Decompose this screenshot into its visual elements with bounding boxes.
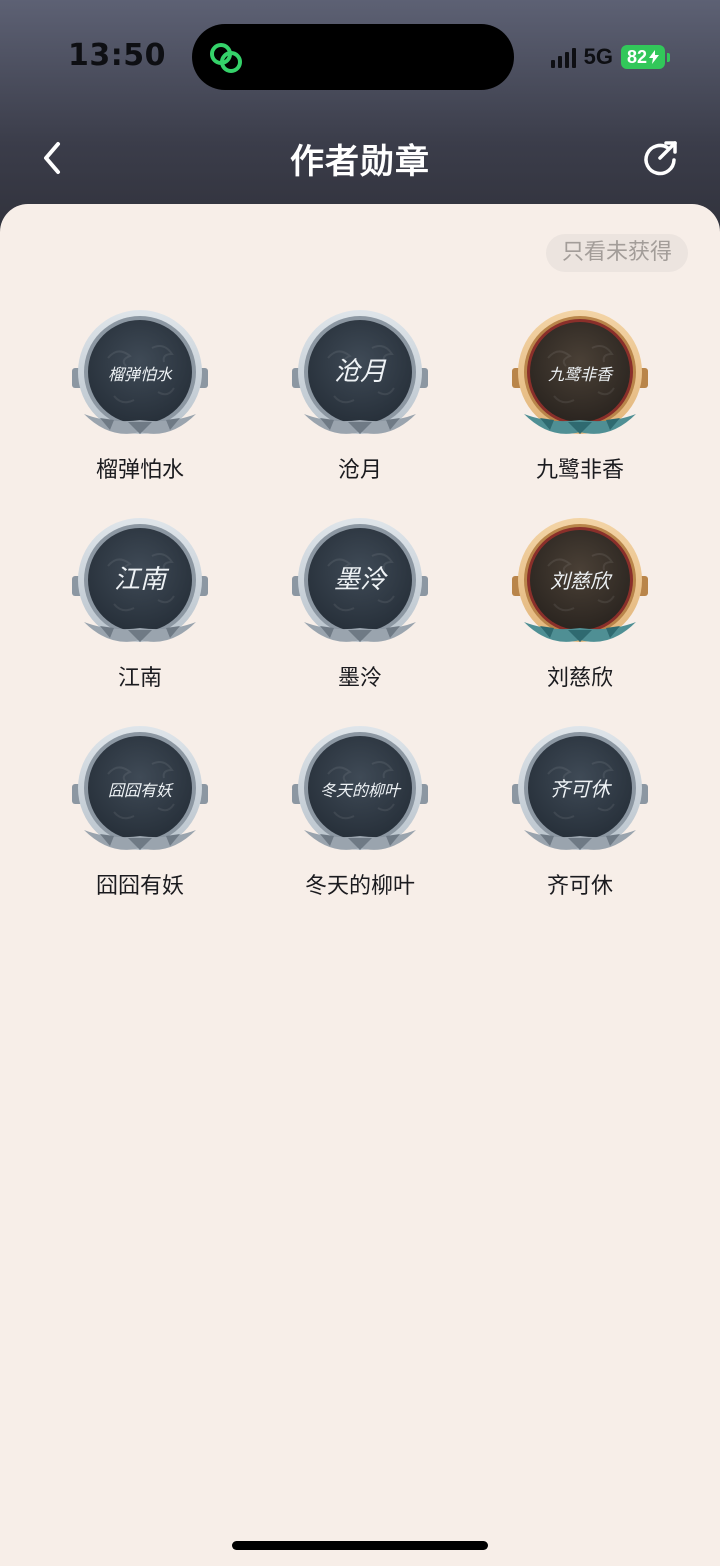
medal-name: 榴弹怕水 xyxy=(95,458,184,483)
filter-unearned-button[interactable]: 只看未获得 xyxy=(545,234,688,272)
medal-sheet: 只看未获得 榴弹怕水 榴弹怕水 沧月 沧月 九鹭非香 九鹭非香 江南 江南 墨泠 墨泠 刘慈欣 刘慈欣… xyxy=(0,204,720,1566)
share-icon[interactable] xyxy=(640,138,680,178)
medal-item[interactable]: 刘慈欣 刘慈欣 xyxy=(470,516,690,694)
home-indicator[interactable] xyxy=(232,1541,488,1550)
medal-signature: 齐可休 xyxy=(550,777,612,801)
medal-name: 九鹭非香 xyxy=(535,458,624,483)
medal-badge-icon: 沧月 xyxy=(292,310,428,434)
battery-icon: 82 xyxy=(620,45,670,69)
medal-name: 囧囧有妖 xyxy=(95,874,184,899)
signal-icon xyxy=(550,46,576,68)
medal-item[interactable]: 囧囧有妖 囧囧有妖 xyxy=(30,724,250,902)
battery-level: 82 xyxy=(626,47,647,67)
medal-badge-icon: 榴弹怕水 xyxy=(72,310,208,434)
medal-badge-icon: 齐可休 xyxy=(512,726,648,850)
medal-badge-icon: 墨泠 xyxy=(292,518,428,642)
medal-name: 冬天的柳叶 xyxy=(304,874,415,899)
medal-signature: 九鹭非香 xyxy=(548,365,614,384)
medal-name: 刘慈欣 xyxy=(546,666,613,691)
charging-bolt-icon xyxy=(649,50,659,64)
medal-name: 齐可休 xyxy=(546,874,613,899)
status-time: 13:50 xyxy=(68,38,166,73)
link-app-icon xyxy=(210,43,242,73)
medal-name: 墨泠 xyxy=(337,666,382,691)
medal-item[interactable]: 榴弹怕水 榴弹怕水 xyxy=(30,308,250,486)
medal-item[interactable]: 沧月 沧月 xyxy=(250,308,470,486)
medal-signature: 囧囧有妖 xyxy=(108,781,174,800)
medal-grid: 榴弹怕水 榴弹怕水 沧月 沧月 九鹭非香 九鹭非香 江南 江南 墨泠 墨泠 刘慈欣 刘慈欣 囧囧有妖 囧囧… xyxy=(30,308,690,902)
medal-badge-icon: 江南 xyxy=(72,518,208,642)
status-indicators: 5G 82 xyxy=(550,44,670,70)
medal-badge-icon: 囧囧有妖 xyxy=(72,726,208,850)
medal-signature: 墨泠 xyxy=(334,565,388,595)
network-type: 5G xyxy=(583,44,613,69)
medal-signature: 冬天的柳叶 xyxy=(320,781,402,800)
medal-name: 沧月 xyxy=(337,458,382,483)
medal-badge-icon: 冬天的柳叶 xyxy=(292,726,428,850)
medal-signature: 刘慈欣 xyxy=(550,569,613,593)
medal-badge-icon: 刘慈欣 xyxy=(512,518,648,642)
medal-item[interactable]: 齐可休 齐可休 xyxy=(470,724,690,902)
medal-signature: 沧月 xyxy=(334,357,387,387)
dynamic-island xyxy=(192,24,514,90)
medal-item[interactable]: 冬天的柳叶 冬天的柳叶 xyxy=(250,724,470,902)
medal-badge-icon: 九鹭非香 xyxy=(512,310,648,434)
medal-signature: 江南 xyxy=(114,565,170,595)
page-title: 作者勋章 xyxy=(290,142,430,182)
medal-name: 江南 xyxy=(117,666,162,691)
medal-item[interactable]: 江南 江南 xyxy=(30,516,250,694)
medal-signature: 榴弹怕水 xyxy=(108,365,173,384)
medal-item[interactable]: 九鹭非香 九鹭非香 xyxy=(470,308,690,486)
medal-item[interactable]: 墨泠 墨泠 xyxy=(250,516,470,694)
